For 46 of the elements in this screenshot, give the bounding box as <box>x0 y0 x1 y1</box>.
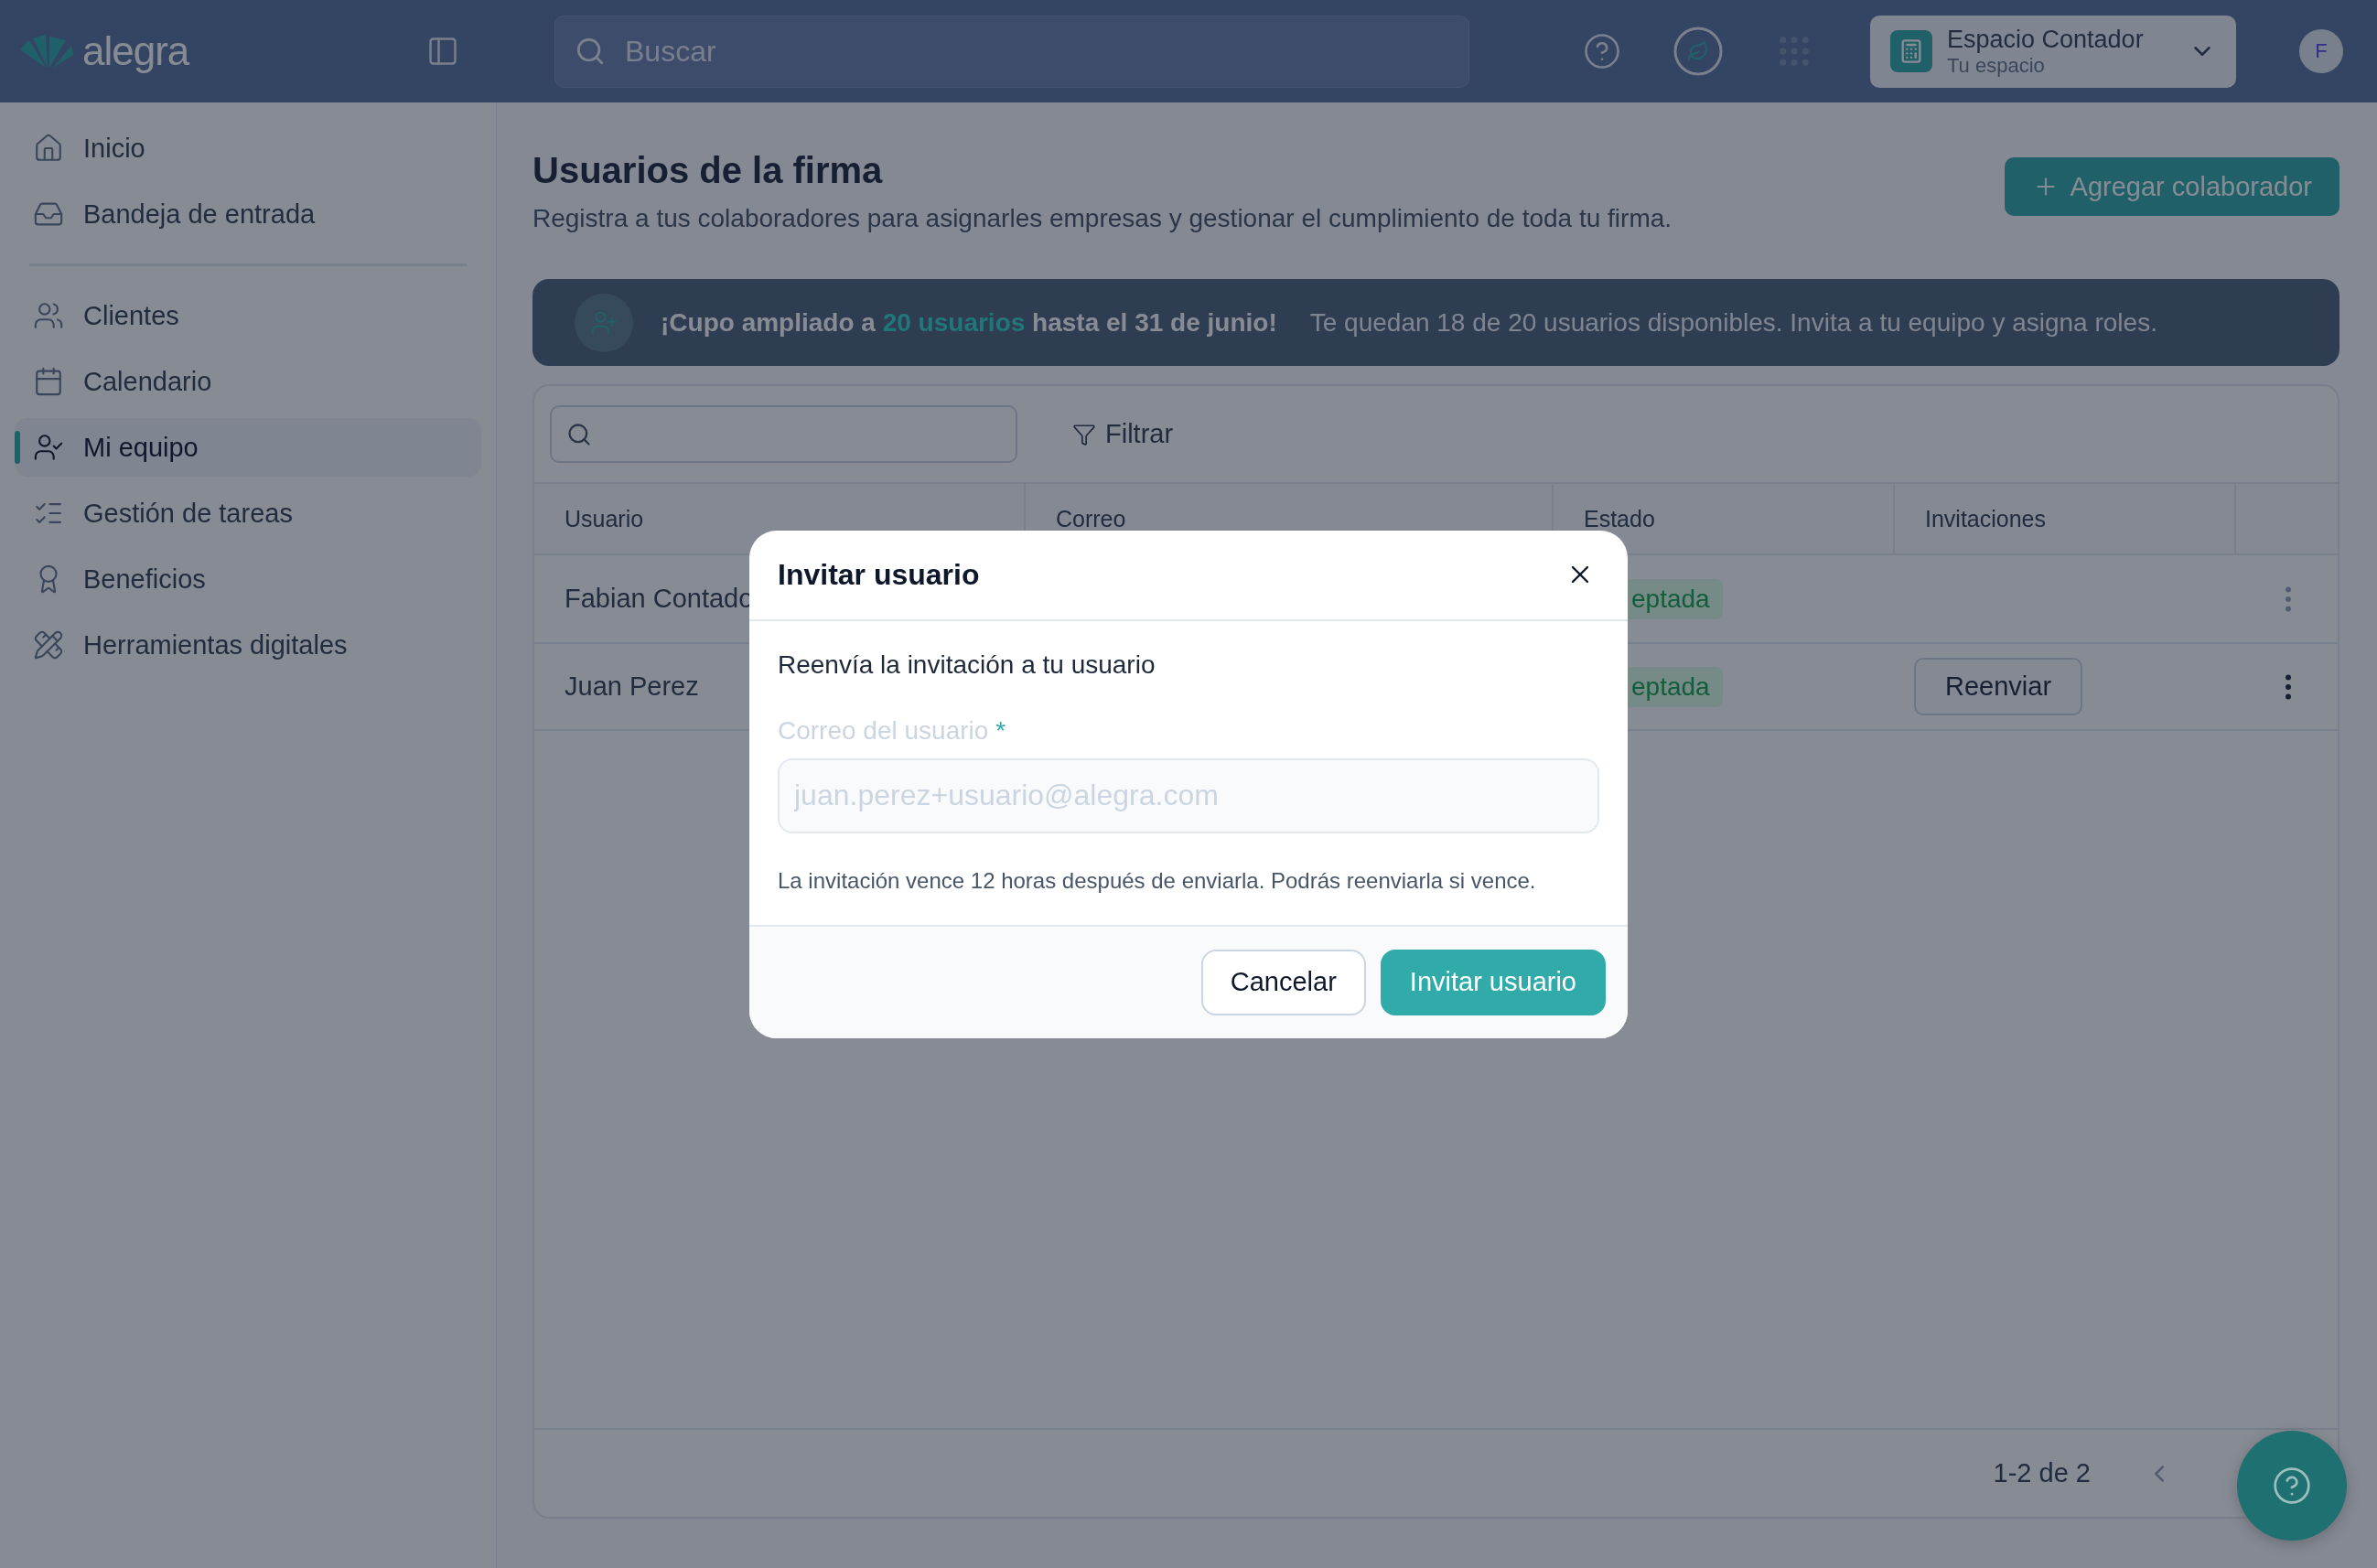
search-icon <box>566 421 592 447</box>
sidebar-item[interactable]: Gestión de tareas <box>15 484 481 542</box>
page-subtitle: Registra a tus colaboradores para asignarles empresas y gestionar el cumplimiento de toda tu firma. <box>532 204 1673 233</box>
resend-button[interactable]: Reenviar <box>1914 658 2083 715</box>
workspace-subtitle: Tu espacio <box>1947 53 2045 78</box>
home-icon <box>33 133 64 164</box>
filter-button[interactable]: Filtrar <box>1067 418 1179 450</box>
status-badge: eptada <box>1628 578 1723 619</box>
dialog-description: Reenvía la invitación a tu usuario <box>778 650 1156 680</box>
workspace-title: Espacio Contador <box>1947 25 2144 54</box>
search-field[interactable]: Buscar <box>554 15 1469 88</box>
banner-detail: Te quedan 18 de 20 usuarios disponibles. Invita a tu equipo y asigna roles. <box>1309 307 2157 338</box>
column-header: Invitaciones <box>1895 482 2236 555</box>
pagination-text: 1-2 de 2 <box>1993 1458 2091 1488</box>
users-icon <box>33 300 64 331</box>
sidebar-item[interactable]: Inicio <box>15 119 481 177</box>
add-collaborator-button[interactable]: Agregar colaborador <box>2004 157 2339 216</box>
dialog-hint: La invitación vence 12 horas después de enviarla. Podrás reenviarla si vence. <box>778 867 1537 894</box>
sidebar-item[interactable]: Herramientas digitales <box>15 616 481 674</box>
logo-icon <box>18 33 75 70</box>
cancel-button[interactable]: Cancelar <box>1200 949 1366 1015</box>
status-badge: eptada <box>1628 666 1723 707</box>
banner-headline: ¡Cupo ampliado a 20 usuarios hasta el 31 de junio! <box>661 307 1277 338</box>
required-mark: * <box>995 715 1006 745</box>
user-avatar[interactable]: F <box>2299 29 2343 73</box>
calculator-icon <box>1890 30 1932 72</box>
sidebar-item[interactable]: Calendario <box>15 352 481 411</box>
column-header: Estado <box>1554 482 1895 555</box>
table-cell: Juan Perez <box>565 671 699 702</box>
sidebar-item[interactable]: Beneficios <box>15 550 481 608</box>
help-icon <box>2272 1466 2312 1506</box>
workspace-selector[interactable]: Espacio Contador Tu espacio <box>1870 15 2236 88</box>
sidebar-item[interactable]: Clientes <box>15 286 481 345</box>
user-check-icon <box>33 432 64 463</box>
selection-indicator <box>15 431 20 464</box>
sidebar-item[interactable]: Mi equipo <box>15 418 481 477</box>
funnel-icon <box>1072 422 1096 446</box>
table-cell: Fabian Contado <box>565 584 754 614</box>
calendar-icon <box>33 366 64 397</box>
page-title: Usuarios de la firma <box>532 150 884 191</box>
sidebar-item[interactable]: Bandeja de entrada <box>15 185 481 243</box>
logo-text: alegra <box>82 28 189 74</box>
table-search-field[interactable] <box>550 405 1017 463</box>
invite-button[interactable]: Invitar usuario <box>1380 949 1606 1015</box>
pencil-ruler-icon <box>33 629 64 660</box>
dialog-title: Invitar usuario <box>778 557 980 592</box>
